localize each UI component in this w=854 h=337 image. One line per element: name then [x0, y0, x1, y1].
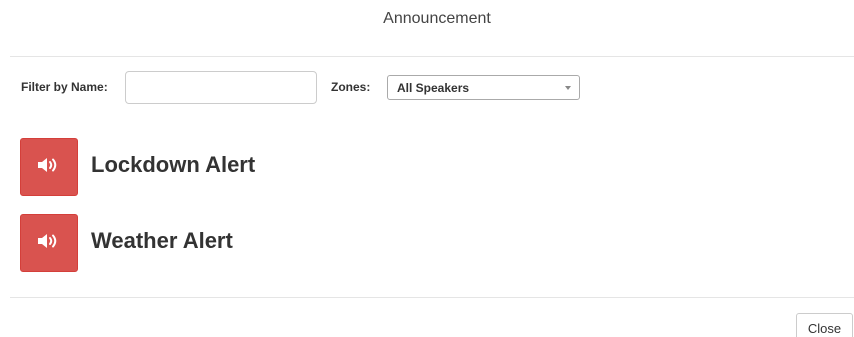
speaker-volume-icon [37, 156, 61, 179]
play-weather-alert-button[interactable] [20, 214, 78, 272]
close-button[interactable]: Close [796, 313, 853, 337]
filter-by-name-input[interactable] [125, 71, 317, 104]
alert-item-weather: Weather Alert [20, 214, 520, 272]
zones-select[interactable]: All Speakers [387, 75, 580, 100]
zones-label: Zones: [331, 80, 371, 94]
play-lockdown-alert-button[interactable] [20, 138, 78, 196]
announcement-modal: Announcement Filter by Name: Zones: All … [0, 0, 854, 337]
chevron-down-icon [565, 86, 571, 90]
alert-label: Weather Alert [91, 228, 233, 253]
filter-by-name-label: Filter by Name: [21, 80, 108, 94]
header-divider [10, 56, 854, 57]
modal-title: Announcement [383, 10, 491, 27]
alert-item-lockdown: Lockdown Alert [20, 138, 520, 196]
alert-label: Lockdown Alert [91, 152, 256, 177]
footer-divider [10, 297, 854, 298]
zones-selected-value: All Speakers [397, 81, 470, 95]
speaker-volume-icon [37, 232, 61, 255]
filter-bar: Filter by Name: Zones: All Speakers [0, 71, 854, 104]
